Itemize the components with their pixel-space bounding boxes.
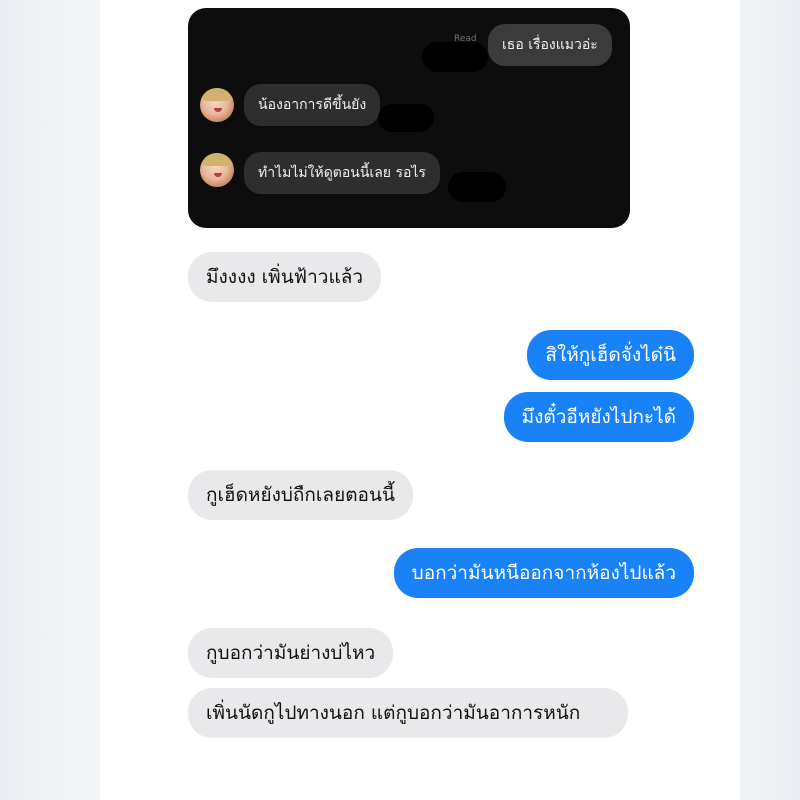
redaction-mark [422, 42, 488, 72]
avatar [200, 88, 234, 122]
outgoing-message-bubble: มึงตั๋วอีหยังไปกะได้ [503, 392, 694, 442]
embedded-screenshot: Read เธอ เรื่องแมวอ่ะ น้องอาการดีขึ้นยัง… [188, 8, 630, 228]
outgoing-message-bubble: สิให้กูเฮ็ดจั่งได๋นิ [527, 330, 694, 380]
embedded-incoming-bubble: น้องอาการดีขึ้นยัง [244, 84, 381, 126]
redaction-mark [378, 104, 434, 132]
redaction-mark [448, 172, 506, 202]
embedded-incoming-bubble: ทำไมไม่ให้ดูตอนนี้เลย รอไร [244, 152, 440, 194]
embedded-outgoing-bubble: เธอ เรื่องแมวอ่ะ [488, 24, 612, 66]
incoming-message-bubble: กูบอกว่ามันย่างบ่ไหว [188, 628, 394, 678]
incoming-message-bubble: กูเฮ็ดหยังบ่ถืกเลยตอนนี้ [188, 470, 413, 520]
incoming-message-bubble: เพิ่นนัดกูไปทางนอก แต่กูบอกว่ามันอาการหน… [188, 688, 628, 738]
incoming-message-bubble: มึงงงง เพิ่นฟ้าวแล้ว [188, 252, 382, 302]
outgoing-message-bubble: บอกว่ามันหนีออกจากห้องไปแล้ว [393, 548, 694, 598]
background-left [0, 0, 100, 800]
avatar [200, 153, 234, 187]
